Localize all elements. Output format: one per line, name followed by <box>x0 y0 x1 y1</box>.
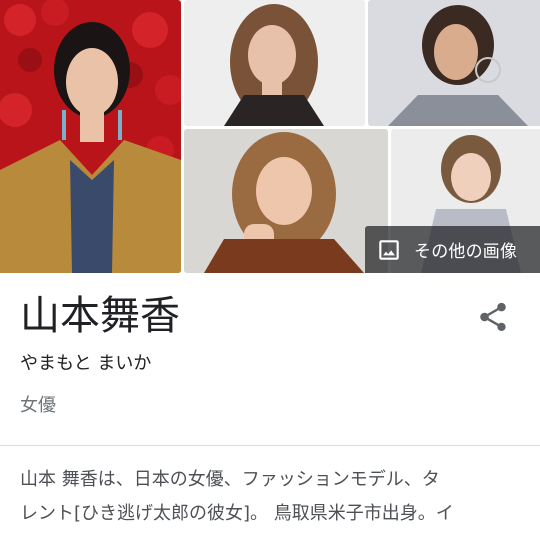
divider <box>0 445 540 446</box>
more-images-button[interactable]: その他の画像 <box>365 226 540 273</box>
more-images-label: その他の画像 <box>414 242 518 262</box>
description-line-1: 山本 舞香は、日本の女優、ファッションモデル、タ <box>20 469 440 490</box>
image-icon <box>379 239 399 260</box>
entity-title: 山本舞香 <box>20 293 180 339</box>
share-button[interactable] <box>476 300 510 334</box>
entity-description: 山本 舞香は、日本の女優、ファッションモデル、タ レント[ひき逃げ太郎の彼女]。… <box>20 463 540 531</box>
photo-4[interactable] <box>184 129 388 273</box>
share-icon <box>480 302 506 332</box>
description-line-2: レント[ひき逃げ太郎の彼女]。 鳥取県米子市出身。イ <box>20 503 454 524</box>
image-gallery: その他の画像 <box>0 0 540 273</box>
entity-occupation: 女優 <box>20 395 56 416</box>
photo-3[interactable] <box>368 0 540 126</box>
entity-reading: やまもと まいか <box>20 353 152 374</box>
photo-2[interactable] <box>184 0 365 126</box>
photo-1[interactable] <box>0 0 181 273</box>
